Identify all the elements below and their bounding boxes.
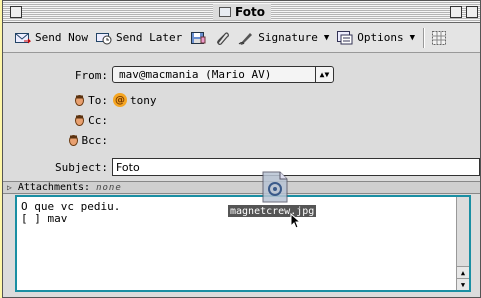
bcc-row: Bcc: — [3, 130, 480, 150]
bcc-label-wrap: Bcc: — [68, 133, 109, 147]
paperclip-icon — [214, 31, 230, 45]
bcc-field[interactable] — [113, 131, 473, 149]
to-label: To: — [88, 93, 108, 107]
zoom-box[interactable] — [450, 6, 462, 18]
dragged-file-name: magnetcrew.jpg — [228, 205, 317, 217]
message-icon — [219, 7, 231, 17]
from-value: mav@macmania (Mario AV) — [119, 68, 272, 81]
to-label-wrap: To: — [75, 94, 108, 107]
send-now-label: Send Now — [35, 31, 88, 44]
window-title: Foto — [213, 4, 271, 20]
subject-label: Subject: — [55, 160, 108, 174]
send-later-button[interactable]: Send Later — [92, 27, 186, 49]
toolbar: Send Now Send Later Signature ▼ Options … — [3, 23, 480, 53]
from-label: From: — [74, 68, 108, 82]
chevron-down-icon: ▼ — [409, 32, 416, 43]
from-row: From: mav@macmania (Mario AV) ▲▼ — [3, 65, 480, 85]
mouse-pointer-icon — [290, 212, 302, 229]
subject-value: Foto — [116, 160, 140, 174]
to-field[interactable]: @ tony — [113, 93, 157, 107]
message-text[interactable]: O que vc pediu. [ ] mav — [21, 201, 120, 225]
subject-input[interactable]: Foto — [112, 158, 480, 176]
attach-button[interactable] — [210, 27, 234, 49]
attachments-label: Attachments: — [17, 182, 91, 193]
to-recipient[interactable]: tony — [130, 94, 157, 107]
scroll-down-arrow-icon[interactable]: ▼ — [457, 278, 469, 290]
person-head-icon — [75, 94, 85, 106]
cc-field[interactable] — [113, 111, 473, 129]
save-disk-icon — [190, 31, 206, 45]
message-line-2: [ ] mav — [21, 212, 68, 225]
send-now-button[interactable]: Send Now — [11, 27, 92, 49]
signature-menu[interactable]: Signature ▼ — [234, 27, 333, 49]
subject-row: Subject: Foto — [3, 157, 480, 177]
grid-button[interactable] — [428, 27, 452, 49]
to-row: To: @ tony — [3, 90, 480, 110]
signature-label: Signature — [258, 31, 318, 44]
from-account-popup[interactable]: mav@macmania (Mario AV) ▲▼ — [112, 66, 334, 83]
close-box[interactable] — [10, 6, 22, 18]
disclosure-triangle-icon[interactable]: ▷ — [7, 183, 12, 192]
scroll-up-arrow-icon[interactable]: ▲ — [457, 266, 469, 278]
grid-icon — [432, 30, 448, 45]
title-bar[interactable]: Foto — [3, 1, 480, 23]
address-at-icon: @ — [113, 93, 127, 107]
popup-arrows-icon: ▲▼ — [315, 67, 333, 82]
bcc-label: Bcc: — [81, 133, 109, 147]
send-now-icon — [15, 31, 32, 45]
send-later-icon — [95, 31, 112, 45]
attachments-bar[interactable]: ▷ Attachments: none — [3, 181, 480, 194]
address-header: From: mav@macmania (Mario AV) ▲▼ To: @ t… — [3, 53, 480, 180]
window-title-text: Foto — [235, 5, 265, 19]
compose-window: Foto Send Now Send Later Signature ▼ Opt… — [2, 0, 481, 298]
collapse-box[interactable] — [466, 6, 478, 18]
toolbar-divider — [423, 27, 425, 48]
cc-label-wrap: Cc: — [75, 114, 108, 127]
save-button[interactable] — [186, 27, 210, 49]
send-later-label: Send Later — [115, 31, 183, 44]
chevron-down-icon: ▼ — [323, 32, 330, 43]
options-menu[interactable]: Options ▼ — [333, 27, 419, 49]
dragged-file-icon[interactable] — [262, 171, 288, 203]
attachments-value: none — [96, 182, 122, 193]
cc-label: Cc: — [88, 113, 108, 127]
options-icon — [337, 30, 353, 45]
vertical-scrollbar[interactable]: ▲ ▼ — [456, 197, 469, 290]
person-head-icon — [68, 134, 78, 146]
cc-row: Cc: — [3, 110, 480, 130]
pen-icon — [238, 31, 254, 45]
person-head-icon — [75, 114, 85, 126]
options-label: Options — [357, 31, 404, 44]
